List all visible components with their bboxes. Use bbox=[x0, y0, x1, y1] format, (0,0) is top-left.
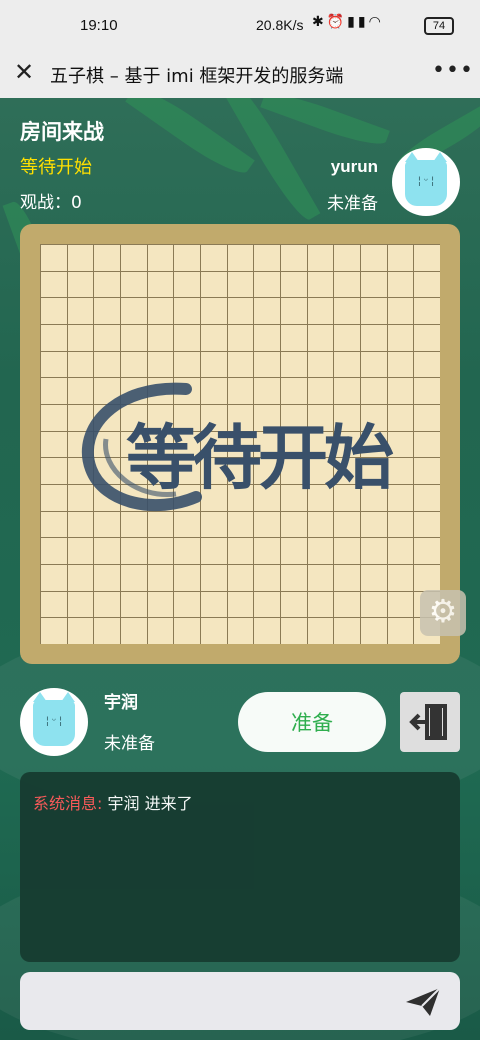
cat-avatar-icon: ¦ᵕ¦ bbox=[405, 152, 447, 206]
wifi-icon: ◠ bbox=[368, 14, 384, 30]
waiting-overlay-text: 等待开始 bbox=[126, 416, 394, 499]
title-bar: ✕ 五子棋 – 基于 imi 框架开发的服务端 ••• bbox=[0, 52, 480, 99]
more-menu-icon[interactable]: ••• bbox=[432, 58, 474, 83]
send-icon bbox=[406, 987, 441, 1016]
status-bar: 19:10 20.8K/s ✱⏰▮▮◠ 74 bbox=[0, 0, 480, 52]
exit-icon bbox=[409, 704, 447, 740]
room-title: 房间来战 bbox=[20, 120, 104, 144]
gear-icon: ⚙ bbox=[428, 592, 458, 630]
status-icons: ✱⏰▮▮◠ bbox=[312, 14, 384, 30]
exit-room-button[interactable] bbox=[400, 692, 460, 752]
chat-input-bar bbox=[20, 972, 460, 1030]
page-title: 五子棋 – 基于 imi 框架开发的服务端 bbox=[50, 66, 344, 87]
waiting-overlay: 等待开始 bbox=[76, 369, 406, 519]
chat-input[interactable] bbox=[32, 984, 396, 1020]
cat-avatar-icon: ¦ᵕ¦ bbox=[33, 692, 75, 746]
chat-message-text: 宇润 进来了 bbox=[102, 794, 193, 813]
my-avatar: ¦ᵕ¦ bbox=[20, 688, 88, 756]
ready-button[interactable]: 准备 bbox=[238, 692, 386, 752]
opponent-ready-status: 未准备 bbox=[327, 194, 378, 214]
status-time: 19:10 bbox=[80, 17, 118, 34]
gomoku-board-frame: 等待开始 bbox=[20, 224, 460, 664]
battery-icon: 74 bbox=[424, 17, 454, 35]
my-name: 宇润 bbox=[104, 693, 138, 713]
game-status: 等待开始 bbox=[20, 157, 92, 178]
network-speed: 20.8K/s bbox=[256, 17, 304, 33]
chat-messages: 系统消息: 宇润 进来了 bbox=[20, 772, 460, 962]
opponent-name: yurun bbox=[330, 157, 378, 176]
alarm-icon: ⏰ bbox=[326, 14, 348, 30]
signal-icon: ▮▮ bbox=[347, 14, 369, 30]
close-icon[interactable]: ✕ bbox=[14, 60, 38, 84]
settings-button[interactable]: ⚙ bbox=[420, 590, 466, 636]
bluetooth-icon: ✱ bbox=[312, 14, 327, 30]
watchers-count: 观战：0 bbox=[20, 193, 82, 213]
my-ready-status: 未准备 bbox=[104, 734, 155, 754]
system-message-prefix: 系统消息: bbox=[33, 794, 103, 813]
opponent-avatar: ¦ᵕ¦ bbox=[392, 148, 460, 216]
chat-message: 系统消息: 宇润 进来了 bbox=[33, 790, 193, 814]
send-button[interactable] bbox=[400, 978, 446, 1024]
